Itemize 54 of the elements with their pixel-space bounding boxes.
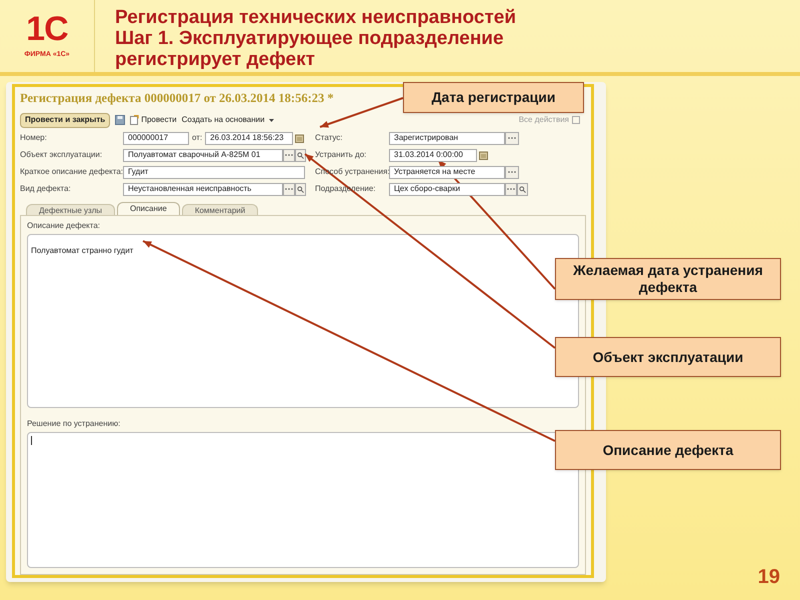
calendar-icon[interactable] [295, 134, 304, 143]
text-area[interactable] [27, 432, 579, 568]
field-label: от: [192, 132, 202, 144]
post-and-close-button[interactable]: Провести и закрыть [20, 112, 110, 128]
field-label: Краткое описание дефекта: [20, 166, 123, 178]
search-button[interactable] [295, 182, 306, 196]
field-label: Вид дефекта: [20, 183, 72, 196]
search-button[interactable] [517, 182, 528, 196]
slide-title-line: регистрирует дефект [115, 49, 316, 70]
field-label: Объект эксплуатации: [20, 149, 104, 162]
input-field[interactable]: Зарегистрирован [389, 132, 505, 145]
field-label: Описание дефекта: [27, 220, 102, 232]
input-field[interactable]: Полуавтомат сварочный А-825М 01 [123, 148, 283, 162]
choice-button[interactable] [505, 132, 519, 145]
field-label: Номер: [20, 132, 48, 144]
search-icon [297, 186, 304, 193]
logo-mark: 1С [26, 12, 68, 46]
callout: Описание дефекта [555, 430, 781, 470]
ellipsis-icon [284, 153, 294, 158]
input-field[interactable]: 31.03.2014 0:00:00 [389, 148, 477, 162]
ellipsis-icon [284, 187, 294, 192]
create-based-on-menu[interactable]: Создать на основании [182, 114, 274, 126]
field-label: Решение по устранению: [27, 418, 122, 430]
search-icon [297, 152, 304, 159]
ellipsis-icon [507, 170, 517, 174]
description-text: Полуавтомат странно гудит [31, 246, 134, 255]
input-field[interactable]: Цех сборо-сварки [389, 182, 505, 196]
form-title: Регистрация дефекта 000000017 от 26.03.2014 18:56:23 * [20, 90, 334, 107]
ellipsis-icon [506, 187, 516, 192]
tab[interactable]: Описание [117, 202, 180, 215]
document-icon [130, 115, 140, 126]
tab[interactable]: Дефектные узлы [26, 204, 115, 215]
tab[interactable]: Комментарий [182, 204, 258, 215]
slide-title-line: Шаг 1. Эксплуатирующее подразделение [115, 28, 505, 49]
callout: Желаемая дата устранения дефекта [555, 258, 781, 300]
input-field[interactable]: Гудит [123, 166, 305, 179]
callout: Объект эксплуатации [555, 337, 781, 377]
text-cursor [31, 436, 32, 445]
callout: Дата регистрации [403, 82, 584, 113]
save-icon[interactable] [115, 115, 126, 126]
page-number: 19 [758, 565, 780, 590]
post-button[interactable]: Провести [130, 114, 177, 126]
input-field[interactable]: Устраняется на месте [389, 166, 505, 179]
input-field[interactable]: Неустановленная неисправность [123, 182, 283, 196]
slide-title-line: Регистрация технических неисправностей [115, 7, 516, 28]
caret-icon [268, 118, 274, 122]
ellipsis-icon [507, 136, 517, 140]
search-icon [519, 186, 526, 193]
input-field[interactable]: 000000017 [123, 132, 189, 145]
calendar-icon[interactable] [479, 150, 488, 160]
field-label: Устранить до: [315, 149, 368, 162]
search-button[interactable] [295, 148, 306, 162]
input-field[interactable]: 26.03.2014 18:56:23 [205, 132, 294, 145]
field-label: Статус: [315, 132, 344, 144]
